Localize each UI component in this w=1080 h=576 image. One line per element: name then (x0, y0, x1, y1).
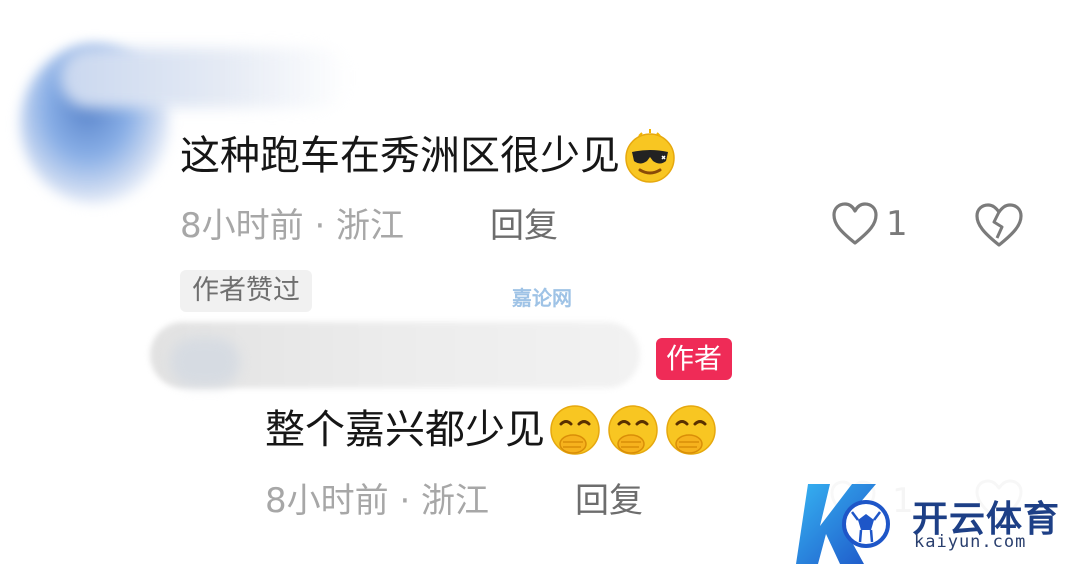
comment-text: 这种跑车在秀洲区很少见 (180, 128, 678, 184)
comment-timestamp: 8小时前 · 浙江 (180, 206, 405, 246)
sunglasses-emoji (625, 129, 675, 183)
author-liked-tag: 作者赞过 (180, 270, 312, 312)
comment-body: 这种跑车在秀洲区很少见 (180, 133, 620, 179)
reply-author-avatar-blurred[interactable] (170, 338, 240, 386)
hand-over-mouth-emoji (608, 405, 658, 455)
screenshot-stage: 这种跑车在秀洲区很少见 8小时前 · 浙江 回复 1 作者赞过 嘉论网 作者 整… (0, 0, 1080, 576)
watermark-text: 嘉论网 (512, 286, 572, 310)
like-button[interactable]: 1 (830, 200, 908, 248)
hand-over-mouth-emoji (666, 405, 716, 455)
hand-over-mouth-emoji (550, 405, 600, 455)
reply-button[interactable]: 回复 (490, 203, 558, 249)
reply-text: 整个嘉兴都少见 (265, 402, 719, 458)
reply-body: 整个嘉兴都少见 (265, 407, 545, 453)
author-badge: 作者 (656, 338, 733, 380)
broken-heart-icon[interactable] (972, 200, 1026, 250)
reply-reply-button[interactable]: 回复 (575, 478, 643, 524)
heart-outline-icon[interactable] (830, 200, 880, 248)
kaiyun-logo-url: kaiyun.com (914, 532, 1027, 552)
commenter-name-blurred[interactable] (60, 48, 350, 108)
like-count: 1 (886, 204, 908, 244)
watermark-jialun: 嘉论网 (512, 282, 572, 311)
reply-timestamp: 8小时前 · 浙江 (265, 481, 490, 521)
